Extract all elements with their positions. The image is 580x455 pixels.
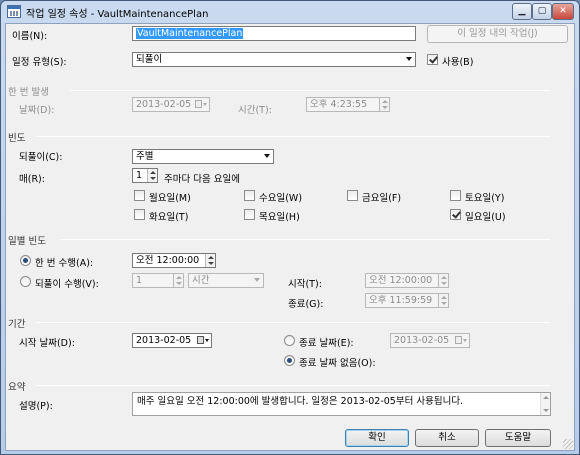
- schedule-app-icon: [7, 5, 21, 18]
- start-date-value: 2013-02-05: [136, 335, 192, 346]
- one-time-date-label: 날짜(D):: [19, 105, 55, 116]
- start-time-value: 오전 12:00:00: [369, 275, 433, 286]
- name-label: 이름(N):: [12, 31, 48, 42]
- thursday-checkbox[interactable]: [244, 209, 255, 220]
- spin-icon[interactable]: [147, 169, 157, 182]
- end-time-value: 오후 11:59:59: [369, 295, 433, 306]
- resize-grip-icon[interactable]: [563, 439, 573, 449]
- maximize-button[interactable]: ▢: [532, 3, 552, 20]
- description-value: 매주 일요일 오전 12:00:00에 발생합니다. 일정은 2013-02-0…: [137, 396, 464, 407]
- divider: [60, 239, 550, 240]
- start-date-picker[interactable]: 2013-02-05: [132, 333, 212, 348]
- summary-section-title: 요약: [8, 382, 26, 393]
- one-time-time-input[interactable]: 오후 4:23:55: [306, 97, 390, 112]
- calendar-dropdown-icon: [195, 99, 207, 110]
- monday-label: 월요일(M): [149, 193, 191, 204]
- name-value: VaultMaintenancePlan: [136, 28, 244, 39]
- close-button[interactable]: ✕: [552, 3, 574, 20]
- sunday-label: 일요일(U): [465, 212, 506, 223]
- end-time-input[interactable]: 오후 11:59:59: [365, 293, 449, 308]
- start-time-label: 시작(T):: [288, 279, 322, 290]
- tuesday-label: 화요일(T): [149, 212, 189, 223]
- friday-label: 금요일(F): [362, 193, 402, 204]
- cancel-button[interactable]: 취소: [415, 429, 479, 447]
- end-date-picker[interactable]: 2013-02-05: [390, 333, 470, 348]
- frequency-section-title: 빈도: [8, 133, 26, 144]
- occurs-every-radio[interactable]: [20, 276, 31, 287]
- one-time-date-value: 2013-02-05: [136, 99, 192, 110]
- sunday-checkbox[interactable]: [450, 209, 461, 220]
- start-date-label: 시작 날짜(D):: [19, 338, 75, 349]
- calendar-dropdown-icon[interactable]: [197, 335, 209, 346]
- schedule-type-select[interactable]: 되풀이: [132, 52, 416, 67]
- calendar-dropdown-icon: [455, 335, 467, 346]
- jobs-in-schedule-button[interactable]: 이 일정 내의 작업(J): [427, 25, 568, 43]
- spin-icon[interactable]: [205, 254, 215, 267]
- occurs-every-value: 1: [136, 275, 143, 286]
- chevron-down-icon: [406, 57, 412, 61]
- wednesday-checkbox[interactable]: [244, 190, 255, 201]
- end-date-radio[interactable]: [284, 335, 295, 346]
- divider: [36, 322, 550, 323]
- occurs-every-label: 되풀이 수행(V):: [35, 279, 99, 290]
- minimize-button[interactable]: ▁: [512, 3, 532, 20]
- occurs-label: 되풀이(C):: [19, 152, 63, 163]
- title-bar[interactable]: 작업 일정 속성 - VaultMaintenancePlan ▁ ▢ ✕: [1, 1, 579, 23]
- end-date-label: 종료 날짜(E):: [299, 338, 354, 349]
- schedule-type-label: 일정 유형(S):: [12, 57, 67, 68]
- one-time-time-label: 시간(T):: [238, 105, 272, 116]
- one-time-section-title: 한 번 발생: [8, 87, 49, 98]
- recurs-every-value: 1: [136, 170, 143, 181]
- spin-icon: [173, 274, 183, 287]
- wednesday-label: 수요일(W): [259, 193, 303, 204]
- description-label: 설명(P):: [19, 401, 53, 412]
- start-time-input[interactable]: 오전 12:00:00: [365, 273, 449, 288]
- description-textarea[interactable]: 매주 일요일 오전 12:00:00에 발생합니다. 일정은 2013-02-0…: [132, 392, 551, 416]
- occurs-once-radio[interactable]: [20, 255, 31, 266]
- one-time-date-picker[interactable]: 2013-02-05: [132, 97, 210, 112]
- monday-checkbox[interactable]: [134, 190, 145, 201]
- tuesday-checkbox[interactable]: [134, 209, 145, 220]
- spin-icon: [379, 98, 389, 111]
- thursday-label: 목요일(H): [259, 212, 300, 223]
- spin-icon: [438, 294, 448, 307]
- divider: [36, 136, 550, 137]
- recurs-every-stepper[interactable]: 1: [132, 168, 158, 183]
- friday-checkbox[interactable]: [347, 190, 358, 201]
- one-time-time-value: 오후 4:23:55: [310, 99, 368, 110]
- dialog-window: 작업 일정 속성 - VaultMaintenancePlan ▁ ▢ ✕ 이름…: [0, 0, 580, 455]
- occurs-select[interactable]: 주별: [132, 149, 274, 164]
- enabled-label: 사용(B): [442, 57, 474, 68]
- occurs-once-time-value: 오전 12:00:00: [136, 255, 200, 266]
- window-title: 작업 일정 속성 - VaultMaintenancePlan: [26, 9, 209, 20]
- saturday-checkbox[interactable]: [450, 190, 461, 201]
- recurs-every-suffix: 주마다 다음 요일에: [164, 174, 240, 185]
- name-input[interactable]: VaultMaintenancePlan: [132, 26, 416, 41]
- help-button[interactable]: 도움말: [485, 429, 551, 447]
- end-time-label: 종료(G):: [288, 299, 324, 310]
- dialog-body: 이름(N): VaultMaintenancePlan 이 일정 내의 작업(J…: [5, 23, 575, 451]
- no-end-date-radio[interactable]: [284, 355, 295, 366]
- vertical-scrollbar[interactable]: [540, 393, 550, 415]
- divider: [70, 90, 550, 91]
- occurs-every-unit-select[interactable]: 시간: [188, 273, 264, 288]
- occurs-once-time-input[interactable]: 오전 12:00:00: [132, 253, 216, 268]
- saturday-label: 토요일(Y): [465, 193, 505, 204]
- occurs-every-stepper[interactable]: 1: [132, 273, 184, 288]
- divider: [36, 385, 550, 386]
- occurs-every-unit-value: 시간: [192, 275, 210, 286]
- chevron-down-icon: [264, 154, 270, 158]
- no-end-date-label: 종료 날짜 없음(O):: [299, 358, 376, 369]
- daily-frequency-section-title: 일별 빈도: [8, 236, 46, 247]
- occurs-once-label: 한 번 수행(A):: [35, 258, 94, 269]
- duration-section-title: 기간: [8, 319, 26, 330]
- occurs-value: 주별: [136, 151, 154, 162]
- schedule-type-value: 되풀이: [136, 54, 163, 65]
- end-date-value: 2013-02-05: [394, 335, 450, 346]
- recurs-every-label: 매(R):: [19, 174, 45, 185]
- spin-icon: [438, 274, 448, 287]
- ok-button[interactable]: 확인: [345, 429, 409, 447]
- enabled-checkbox[interactable]: [427, 54, 438, 65]
- chevron-down-icon: [254, 278, 260, 282]
